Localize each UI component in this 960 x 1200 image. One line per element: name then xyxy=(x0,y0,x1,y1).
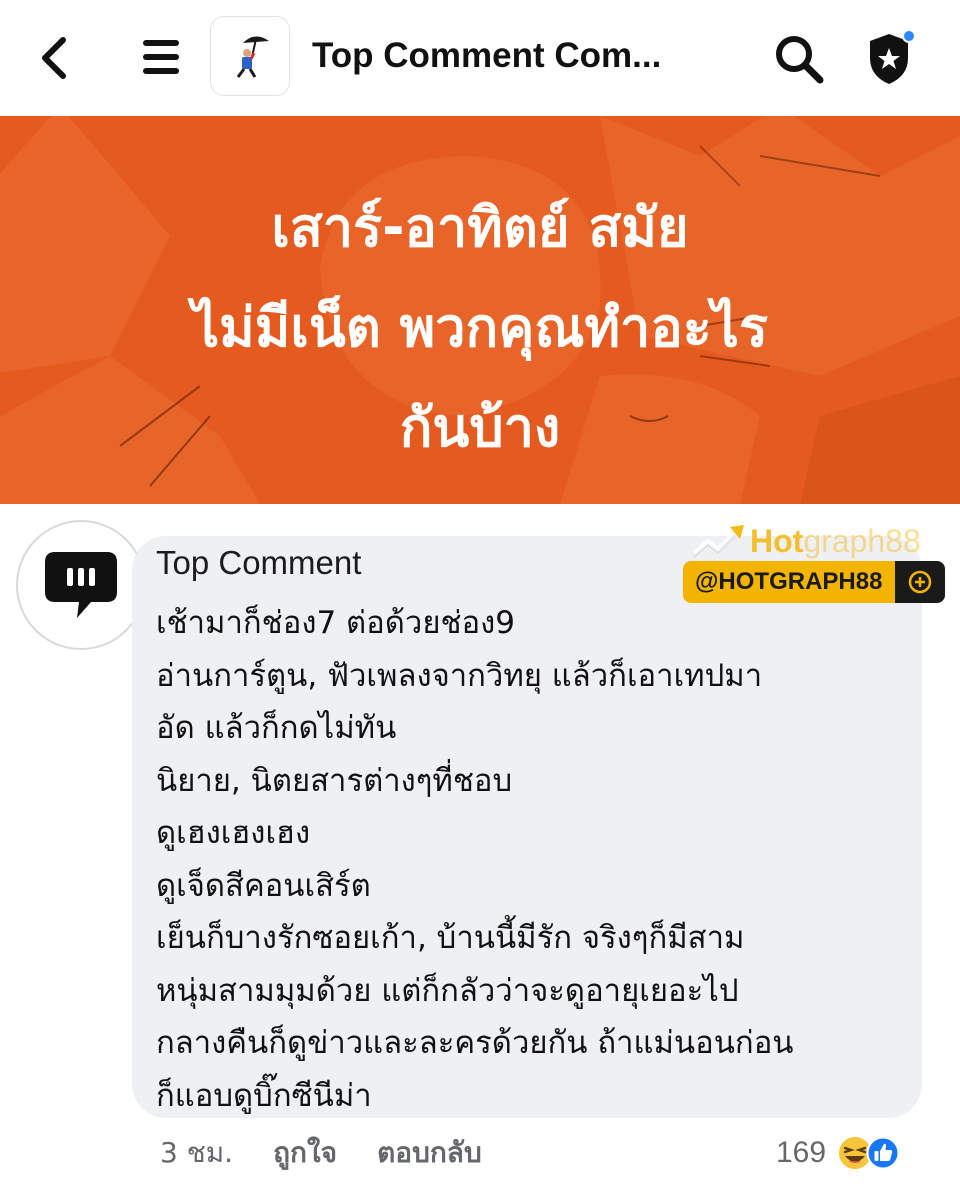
trend-arrow-icon xyxy=(692,525,744,558)
comment-line: เช้ามาก็ช่อง7 ต่อด้วยช่อง9 xyxy=(156,605,515,641)
watermark-handle: @HOTGRAPH88 xyxy=(695,568,883,595)
comment-line: อัด แล้วก็กดไม่ทัน xyxy=(156,710,397,746)
comment-line: อ่านการ์ตูน, ฟัวเพลงจากวิทยุ แล้วก็เอาเท… xyxy=(156,657,763,694)
group-avatar[interactable] xyxy=(210,16,290,96)
comment-line: ดูเจ็ดสีคอนเสิร์ต xyxy=(156,867,371,904)
plus-circle-icon xyxy=(895,561,945,603)
speech-bubble-icon xyxy=(45,552,117,618)
watermark-logo: Hot graph88 xyxy=(690,516,940,566)
comment-line: นิยาย, นิตยสารต่างๆที่ชอบ xyxy=(156,762,513,799)
umbrella-man-icon xyxy=(236,36,269,78)
top-navigation-bar: Top Comment Com... xyxy=(0,0,960,116)
shield-star-icon xyxy=(870,29,916,84)
banner-line: เสาร์-อาทิตย์ สมัย xyxy=(271,196,689,259)
comment-line: ดูเฮงเฮงเฮง xyxy=(156,815,311,851)
banner-line: กันบ้าง xyxy=(399,396,561,459)
menu-icon xyxy=(143,40,179,74)
watermark-badge: @HOTGRAPH88 xyxy=(683,561,945,603)
page-title[interactable]: Top Comment Com... xyxy=(312,30,661,82)
like-thumb-icon xyxy=(866,1136,900,1170)
banner-text: เสาร์-อาทิตย์ สมัย ไม่มีเน็ต พวกคุณทำอะไ… xyxy=(0,178,960,478)
reply-button[interactable]: ตอบกลับ xyxy=(377,1131,482,1175)
admin-tools-button[interactable] xyxy=(864,28,918,88)
comment-line: หนุ่มสามมุมด้วย แต่ก็กลัวว่าจะดูอายุเยอะ… xyxy=(156,972,739,1009)
search-icon xyxy=(776,36,824,84)
comment-author[interactable]: Top Comment xyxy=(156,544,361,582)
post-banner: เสาร์-อาทิตย์ สมัย ไม่มีเน็ต พวกคุณทำอะไ… xyxy=(0,116,960,504)
comment-timestamp[interactable]: 3 ชม. xyxy=(160,1131,233,1175)
comment-text: เช้ามาก็ช่อง7 ต่อด้วยช่อง9 อ่านการ์ตูน, … xyxy=(156,597,794,1122)
comment-line: ก็แอบดูบิ๊กซีนีม่า xyxy=(156,1077,372,1114)
search-button[interactable] xyxy=(772,32,826,86)
watermark-graph: graph88 xyxy=(803,522,921,559)
reaction-summary[interactable]: 169 xyxy=(776,1130,900,1176)
back-button[interactable] xyxy=(30,30,78,86)
banner-line: ไม่มีเน็ต พวกคุณทำอะไร xyxy=(192,296,768,359)
like-button[interactable]: ถูกใจ xyxy=(273,1131,337,1175)
comment-line: กลางคืนก็ดูข่าวและละครด้วยกัน ถ้าแม่นอนก… xyxy=(156,1025,794,1061)
back-arrow-icon xyxy=(42,37,66,79)
comment-line: เย็นก็บางรักซอยเก้า, บ้านนี้มีรัก จริงๆก… xyxy=(156,920,745,956)
menu-button[interactable] xyxy=(136,32,186,82)
watermark-hot: Hot xyxy=(750,522,804,559)
comment-actions: 3 ชม. ถูกใจ ตอบกลับ xyxy=(160,1130,482,1176)
commenter-avatar[interactable] xyxy=(16,520,146,650)
reaction-count: 169 xyxy=(776,1136,827,1169)
